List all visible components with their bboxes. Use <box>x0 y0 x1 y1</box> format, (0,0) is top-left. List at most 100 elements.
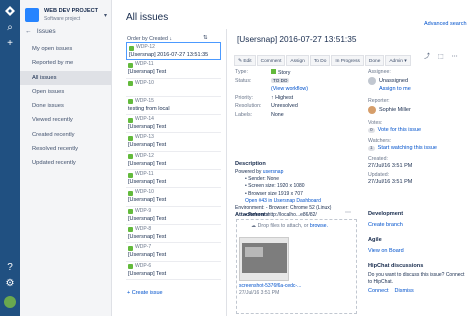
issue-row-selected[interactable]: WDP-12 [Usersnap] 2016-07-27 13:51:35 <box>126 42 221 61</box>
filter-item[interactable]: Resolved recently <box>20 142 112 156</box>
issue-row[interactable]: WDP-7 [Usersnap] Test <box>126 243 221 262</box>
export-icon[interactable]: ⬚ <box>438 54 444 60</box>
filter-item[interactable]: Updated recently <box>20 156 112 170</box>
story-icon <box>128 99 133 105</box>
screenshot-preview <box>242 243 287 273</box>
agile-heading: Agile <box>368 237 382 243</box>
field-value-labels: None <box>271 111 284 118</box>
issue-summary: [Usersnap] 2016-07-27 13:51:35 <box>129 52 209 58</box>
reporter-avatar <box>368 106 376 114</box>
issue-toolbar: ✎ Edit Comment Assign To Do In Progress Done A… <box>234 49 412 66</box>
attachment-dropzone[interactable]: ☁ Drop files to attach, or browse. scree… <box>236 219 357 314</box>
global-nav-bar: ⌕ + ? ⚙ <box>0 0 20 316</box>
settings-icon[interactable]: ⚙ <box>4 278 16 290</box>
issue-row[interactable]: WDP-8 [Usersnap] Test <box>126 225 221 244</box>
issue-summary: testing from local <box>128 105 170 112</box>
issue-summary: [Usersnap] Test <box>128 160 167 167</box>
filter-item[interactable]: Open issues <box>20 85 112 99</box>
votes-count: 0 <box>368 128 375 133</box>
assignee-label: Assignee: <box>368 69 391 75</box>
issue-summary: [Usersnap] Test <box>128 233 167 240</box>
browse-link[interactable]: browse. <box>310 223 328 229</box>
issue-key: WDP-13 <box>135 134 154 141</box>
jira-logo-icon[interactable] <box>4 5 16 17</box>
filter-item[interactable]: Created recently <box>20 128 112 142</box>
watch-link[interactable]: Start watching this issue <box>378 145 437 151</box>
issue-row[interactable]: WDP-9 [Usersnap] Test <box>126 207 221 225</box>
project-header[interactable]: WEB DEV PROJECT Software project ▾ <box>25 6 109 26</box>
description-heading: Description <box>235 161 266 167</box>
issue-key: WDP-10 <box>135 79 154 86</box>
usersnap-link[interactable]: usersnap <box>263 169 284 175</box>
unassigned-avatar <box>368 77 376 85</box>
story-icon <box>128 117 133 123</box>
create-branch-link[interactable]: Create branch <box>368 222 403 228</box>
story-icon <box>128 154 133 160</box>
issue-key: WDP-11 <box>135 171 154 178</box>
back-to-issues[interactable]: ← Issues <box>25 28 56 35</box>
story-icon <box>128 81 133 87</box>
create-issue-link[interactable]: + Create issue <box>127 290 163 296</box>
dismiss-button[interactable]: Dismiss <box>395 288 414 294</box>
attachment-thumbnail[interactable] <box>239 237 289 281</box>
issue-row[interactable]: WDP-12 [Usersnap] Test <box>126 152 221 171</box>
issue-row[interactable]: WDP-15 testing from local <box>126 97 221 116</box>
issue-key: WDP-12 <box>135 152 154 159</box>
connect-button[interactable]: Connect <box>368 288 389 294</box>
todo-button[interactable]: To Do <box>309 55 331 66</box>
field-label: Resolution: <box>235 103 262 110</box>
share-icon[interactable]: ⤴ <box>424 54 430 60</box>
user-avatar[interactable] <box>4 296 16 308</box>
field-value-type: Story <box>271 69 290 76</box>
advanced-search-link[interactable]: Advanced search <box>424 21 467 27</box>
create-icon[interactable]: + <box>4 38 16 50</box>
filter-item[interactable]: My open issues <box>20 42 112 56</box>
field-label: Type: <box>235 69 248 75</box>
filter-item-active[interactable]: All issues <box>20 70 112 85</box>
attachment-name[interactable]: screenshot-5376f6a-cedc-... <box>239 283 301 289</box>
usersnap-dashboard-link[interactable]: Open #43 in Usersnap Dashboard <box>235 198 375 205</box>
filter-item[interactable]: Done issues <box>20 99 112 113</box>
filter-item[interactable]: Viewed recently <box>20 113 112 127</box>
issue-row[interactable]: WDP-10 [Usersnap] Test <box>126 188 221 207</box>
view-workflow-link[interactable]: (View workflow) <box>271 86 308 92</box>
filter-item[interactable]: Reported by me <box>20 56 112 70</box>
search-icon[interactable]: ⌕ <box>4 22 16 34</box>
issue-row[interactable]: WDP-6 [Usersnap] Test <box>126 262 221 280</box>
issue-row[interactable]: WDP-14 [Usersnap] Test <box>126 115 221 134</box>
watchers-row: 1 Start watching this issue <box>368 145 437 151</box>
issue-key: WDP-9 <box>135 207 152 214</box>
field-label: Status: <box>235 77 252 84</box>
admin-button[interactable]: Admin ▾ <box>385 55 411 66</box>
assign-to-me-link[interactable]: Assign to me <box>379 86 411 92</box>
chevron-down-icon[interactable]: ▾ <box>104 12 107 19</box>
arrow-left-icon: ← <box>25 28 32 35</box>
reporter-label: Reporter: <box>368 98 390 104</box>
issue-key: WDP-7 <box>135 244 152 251</box>
hipchat-text: Do you want to discuss this issue? Conne… <box>368 272 465 285</box>
edit-button[interactable]: ✎ Edit <box>234 55 256 66</box>
issue-detail: [Usersnap] 2016-07-27 13:51:35 ⤴ ⬚ ⋯ ✎ Edi… <box>226 29 474 316</box>
view-on-board-link[interactable]: View on Board <box>368 248 404 254</box>
project-type: Software project <box>44 16 81 22</box>
done-button[interactable]: Done <box>364 55 385 66</box>
votes-row: 0 Vote for this issue <box>368 127 421 133</box>
issue-row[interactable]: WDP-10 <box>126 79 221 97</box>
assign-button[interactable]: Assign <box>286 55 309 66</box>
more-icon[interactable]: ⋯ <box>452 54 458 60</box>
issue-row[interactable]: WDP-13 [Usersnap] Test <box>126 133 221 152</box>
vote-link[interactable]: Vote for this issue <box>378 127 421 133</box>
help-icon[interactable]: ? <box>4 262 16 274</box>
issue-row[interactable]: WDP-11 [Usersnap] Test <box>126 60 221 79</box>
list-options-icon[interactable]: ⇅ <box>203 35 208 41</box>
issue-row[interactable]: WDP-11 [Usersnap] Test <box>126 170 221 189</box>
filter-list: My open issues Reported by me All issues… <box>20 42 112 171</box>
field-value-priority: ↑ Highest <box>271 94 294 101</box>
in-progress-button[interactable]: In Progress <box>331 55 364 66</box>
attachments-more-icon[interactable]: ⋯ <box>345 209 351 216</box>
story-icon <box>271 69 276 74</box>
project-name: WEB DEV PROJECT <box>44 8 99 14</box>
project-sidebar: WEB DEV PROJECT Software project ▾ ← Iss… <box>20 0 112 316</box>
development-heading: Development <box>368 211 404 217</box>
comment-button[interactable]: Comment <box>256 55 286 66</box>
